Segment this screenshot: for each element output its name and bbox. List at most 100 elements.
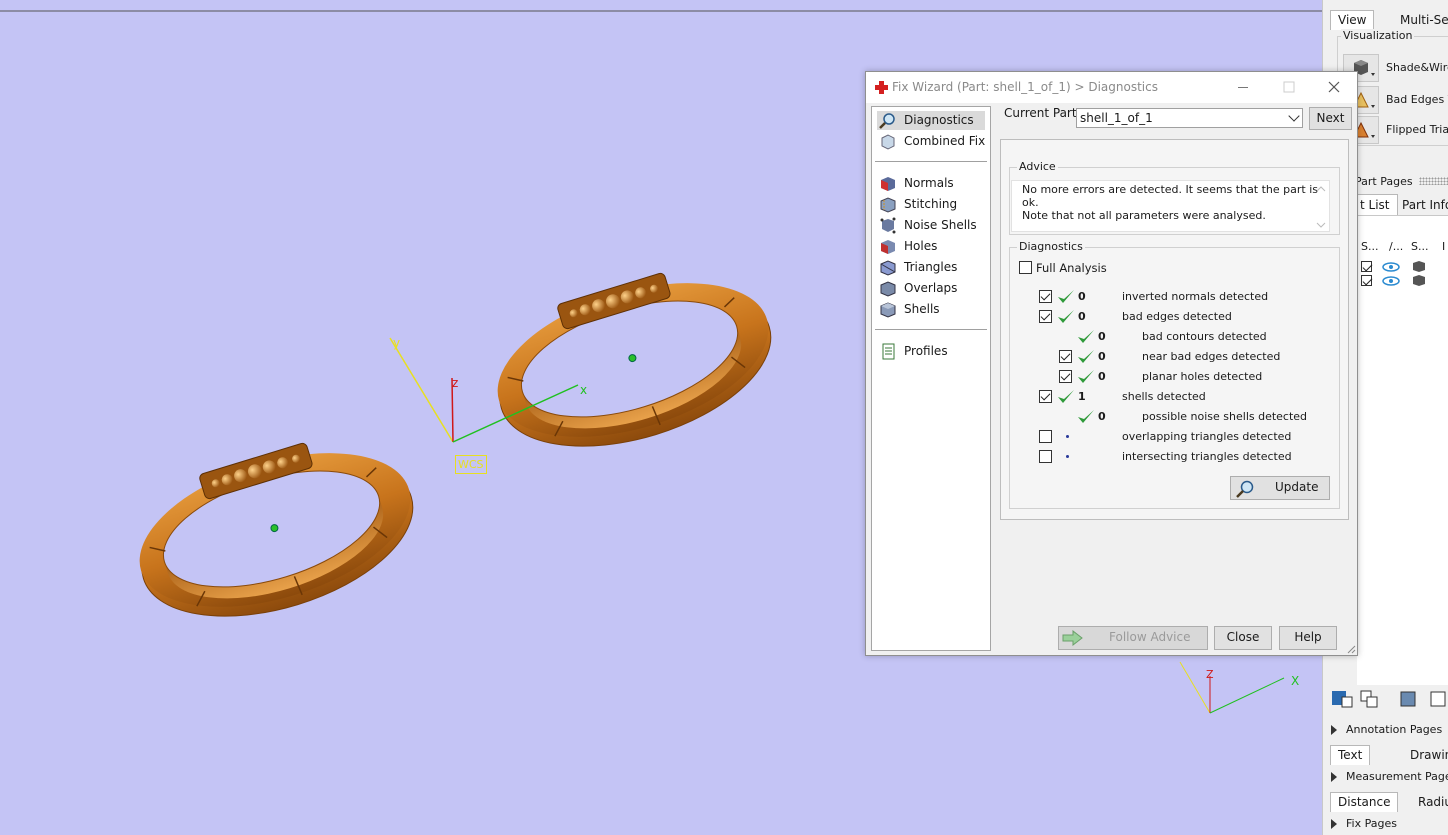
- fix-pages-label: Fix Pages: [1346, 817, 1397, 830]
- diagnostic-count: 0: [1098, 350, 1106, 363]
- close-window-button[interactable]: [1311, 72, 1357, 103]
- nav-separator: [875, 161, 987, 162]
- cubes-icon: [1400, 691, 1446, 707]
- part-pages-grip[interactable]: [1419, 177, 1448, 185]
- bottom-ruler: [0, 10, 1322, 12]
- nav-item-stitching[interactable]: Stitching: [877, 195, 985, 214]
- diagnostic-label: possible noise shells detected: [1142, 410, 1308, 423]
- green-check-icon: [1078, 410, 1094, 423]
- axis-label-x: x: [580, 383, 588, 397]
- advice-line-1: No more errors are detected. It seems th…: [1022, 183, 1319, 209]
- annotation-pages-section[interactable]: Annotation Pages: [1331, 723, 1442, 736]
- diagnostic-checkbox[interactable]: [1059, 370, 1072, 383]
- magnifier-icon: [1236, 480, 1254, 498]
- tab-part-list[interactable]: t List: [1357, 194, 1398, 216]
- shells-icon: [880, 302, 896, 318]
- full-analysis-label: Full Analysis: [1036, 261, 1107, 275]
- diagnostic-checkbox[interactable]: [1039, 390, 1052, 403]
- follow-advice-label: Follow Advice: [1109, 630, 1191, 644]
- diagnostic-count: 0: [1078, 310, 1086, 323]
- orientation-triad: [1179, 661, 1285, 714]
- tab-view[interactable]: View: [1330, 10, 1375, 30]
- diagnostic-label: overlapping triangles detected: [1122, 430, 1292, 443]
- update-button[interactable]: Update: [1230, 476, 1330, 500]
- shade-mode-icon[interactable]: [1409, 259, 1433, 289]
- combined-fix-icon: [881, 134, 895, 150]
- diagnostic-count: 0: [1078, 290, 1086, 303]
- close-button[interactable]: Close: [1214, 626, 1272, 650]
- part-visible-checkbox-1[interactable]: [1361, 261, 1372, 272]
- chevron-down-icon: [1288, 110, 1300, 122]
- diagnostic-checkbox[interactable]: [1059, 350, 1072, 363]
- expand-arrow-icon: [1331, 819, 1337, 829]
- help-button[interactable]: Help: [1279, 626, 1337, 650]
- part-visible-checkbox-2[interactable]: [1361, 275, 1372, 286]
- arrow-right-icon: [1062, 630, 1083, 646]
- overlaps-icon: [880, 281, 896, 297]
- red-cross-icon: [875, 81, 888, 94]
- bad-edges-label: Bad Edges Vis: [1386, 93, 1448, 106]
- current-part-dropdown[interactable]: shell_1_of_1: [1076, 108, 1303, 128]
- nav-item-diagnostics[interactable]: Diagnostics: [877, 111, 985, 130]
- nav-item-holes[interactable]: Holes: [877, 237, 985, 256]
- full-analysis-checkbox[interactable]: [1019, 261, 1032, 274]
- triad-label-x: X: [1291, 674, 1300, 688]
- not-analysed-dot-icon: [1066, 455, 1069, 458]
- diagnostic-label: shells detected: [1122, 390, 1206, 403]
- tab-drawing[interactable]: Drawing: [1403, 746, 1448, 766]
- measurement-pages-section[interactable]: Measurement Pages: [1331, 770, 1448, 783]
- resize-grip-icon[interactable]: [1346, 644, 1356, 654]
- nav-item-noise-shells[interactable]: Noise Shells: [877, 216, 985, 235]
- tab-multi-section[interactable]: Multi-Secti: [1393, 11, 1448, 31]
- diagnostic-label: inverted normals detected: [1122, 290, 1269, 303]
- flipped-triangles-button[interactable]: Flipped Triang: [1343, 116, 1448, 144]
- triad-label-z: Z: [1206, 668, 1214, 681]
- nav-item-profiles[interactable]: Profiles: [877, 342, 985, 361]
- tab-part-info[interactable]: Part Info: [1395, 196, 1448, 216]
- measurement-pages-label: Measurement Pages: [1346, 770, 1448, 783]
- maximize-button[interactable]: [1266, 72, 1312, 103]
- green-check-icon: [1058, 310, 1074, 323]
- tab-distance[interactable]: Distance: [1330, 792, 1399, 812]
- part-pages-title: Part Pages: [1355, 175, 1413, 188]
- shade-wire-button[interactable]: Shade&Wire: [1343, 54, 1448, 82]
- diagnostic-count: 0: [1098, 370, 1106, 383]
- expand-arrow-icon: [1331, 772, 1337, 782]
- diagnostic-count: 0: [1098, 330, 1106, 343]
- next-button[interactable]: Next: [1309, 107, 1352, 130]
- tab-text[interactable]: Text: [1330, 745, 1371, 765]
- advice-scrollbar[interactable]: [1313, 181, 1329, 231]
- stitching-icon: [880, 197, 896, 213]
- triangles-icon: [880, 260, 896, 276]
- diagnostic-checkbox[interactable]: [1039, 290, 1052, 303]
- eye-icon[interactable]: [1381, 260, 1401, 290]
- diagnostic-label: intersecting triangles detected: [1122, 450, 1292, 463]
- green-check-icon: [1058, 290, 1074, 303]
- nav-item-overlaps[interactable]: Overlaps: [877, 279, 985, 298]
- follow-advice-button[interactable]: Follow Advice: [1058, 626, 1208, 650]
- minimize-button[interactable]: [1220, 72, 1266, 103]
- nav-item-shells[interactable]: Shells: [877, 300, 985, 319]
- update-label: Update: [1275, 480, 1319, 494]
- tab-radius[interactable]: Radius: [1411, 793, 1448, 813]
- dialog-titlebar[interactable]: Fix Wizard (Part: shell_1_of_1) > Diagno…: [866, 72, 1357, 103]
- ring-model-right[interactable]: [477, 247, 789, 475]
- nav-item-triangles[interactable]: Triangles: [877, 258, 985, 277]
- visualization-title: Visualization: [1341, 29, 1415, 42]
- ring-model-left[interactable]: [119, 417, 431, 645]
- diagnostic-checkbox[interactable]: [1039, 430, 1052, 443]
- nav-item-combined-fix[interactable]: Combined Fix: [877, 132, 985, 151]
- shade-wire-label: Shade&Wire: [1386, 61, 1448, 74]
- diagnostic-checkbox[interactable]: [1039, 450, 1052, 463]
- bad-edges-button[interactable]: Bad Edges Vis: [1343, 86, 1448, 114]
- diagnostic-checkbox[interactable]: [1039, 310, 1052, 323]
- advice-line-2: Note that not all parameters were analys…: [1022, 209, 1266, 222]
- nav-item-normals[interactable]: Normals: [877, 174, 985, 193]
- magnifier-icon: [879, 113, 895, 129]
- wcs-label: WCS: [455, 455, 487, 474]
- green-check-icon: [1078, 330, 1094, 343]
- fix-pages-section[interactable]: Fix Pages: [1331, 817, 1397, 830]
- flipped-triangles-label: Flipped Triang: [1386, 123, 1448, 136]
- nav-separator: [875, 329, 987, 330]
- diagnostic-label: planar holes detected: [1142, 370, 1263, 383]
